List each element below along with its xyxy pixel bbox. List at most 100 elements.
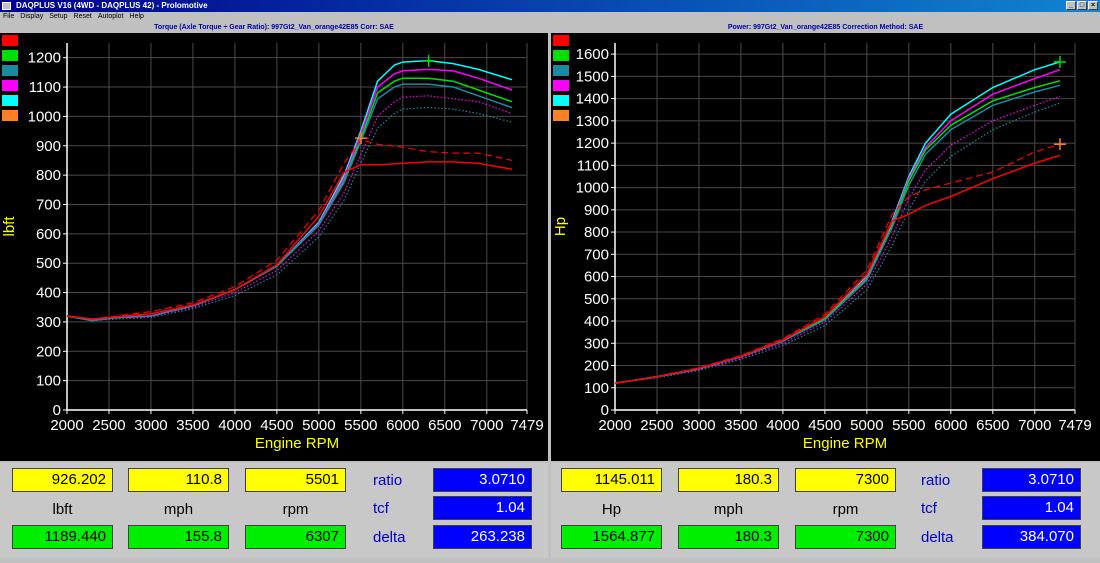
legend-swatch-orange[interactable] [2,110,18,121]
menu-autoplot[interactable]: Autoplot [98,12,124,22]
y-tick-label: 1600 [576,46,609,63]
legend-swatch-orange[interactable] [553,110,569,121]
x-tick-label: 7479 [1058,417,1091,434]
menu-reset[interactable]: Reset [74,12,92,22]
x-tick-label: 5500 [344,417,377,434]
x-tick-label: 3000 [134,417,167,434]
torque-cursor-value: 926.202 [12,468,113,492]
y-tick-label: 1100 [29,79,61,96]
y-tick-label: 300 [584,335,609,352]
y-tick-label: 1500 [576,68,609,85]
mph-cursor-value: 110.8 [128,468,229,492]
y-tick-label: 100 [584,380,609,397]
x-tick-label: 4500 [808,417,841,434]
menu-file[interactable]: File [3,12,14,22]
legend-swatch-green[interactable] [2,50,18,61]
cursor-marker[interactable] [422,54,435,67]
y-tick-label: 1000 [28,108,61,125]
x-tick-label: 3000 [682,417,715,434]
power-peak-value: 1564.877 [561,525,662,549]
x-tick-label: 7000 [470,417,503,434]
tcf-value[interactable]: 1.04 [433,496,532,520]
window-controls: _ □ × [1066,1,1098,10]
legend-swatch-teal[interactable] [2,65,18,76]
x-tick-label: 6500 [428,417,461,434]
x-tick-label: 5000 [302,417,335,434]
mph-peak-value: 180.3 [678,525,779,549]
x-tick-label: 3500 [724,417,757,434]
y-axis-label: lbft [1,216,18,237]
power-cursor-value: 1145.011 [561,468,662,492]
maximize-button[interactable]: □ [1077,1,1087,10]
cursor-marker[interactable] [1053,55,1066,68]
torque-readout-panel: 926.202 110.8 5501 lbft mph rpm 1189.440… [0,463,548,558]
legend-swatch-cyan[interactable] [553,95,569,106]
y-tick-label: 700 [36,196,61,213]
rpm-cursor-value: 7300 [795,468,896,492]
legend-swatch-magenta[interactable] [2,80,18,91]
y-tick-label: 600 [36,226,61,243]
y-tick-label: 200 [584,358,609,375]
unit-mph: mph [713,501,744,518]
torque-chart-panel[interactable]: 0 100 200 300 400 500 600 700 800 900 1000 1100 1200… [0,33,548,461]
x-tick-label: 6000 [386,417,419,434]
power-chart-panel[interactable]: 0 100 200 300 400 500 600 700 800 900 1000 1100 1200… [551,33,1100,461]
y-tick-label: 800 [584,224,609,241]
legend-swatch-red[interactable] [2,35,18,46]
x-tick-label: 4000 [766,417,799,434]
y-tick-label: 500 [584,291,609,308]
delta-value[interactable]: 384.070 [982,525,1081,549]
legend-swatch-cyan[interactable] [2,95,18,106]
y-tick-label: 1300 [576,113,609,130]
power-readout-panel: 1145.011 180.3 7300 Hp mph rpm 1564.877 … [551,463,1100,558]
minimize-button[interactable]: _ [1066,1,1076,10]
mph-peak-value: 155.8 [128,525,229,549]
x-tick-label: 2000 [50,417,83,434]
y-tick-label: 1400 [576,91,609,108]
torque-chart: 0100200300400500600700800900100011001200… [1,43,544,452]
window-title-bar: DAQPLUS V16 (4WD - DAQPLUS 42) - Prolomo… [0,0,1100,12]
legend-swatch-teal[interactable] [553,65,569,76]
x-tick-label: 3500 [176,417,209,434]
legend-swatch-green[interactable] [553,50,569,61]
unit-lbft: lbft [52,501,73,518]
x-tick-label: 7479 [510,417,543,434]
y-tick-label: 900 [584,202,609,219]
ratio-value[interactable]: 3.0710 [433,468,532,492]
mph-cursor-value: 180.3 [678,468,779,492]
x-tick-label: 6000 [934,417,967,434]
y-tick-label: 400 [584,313,609,330]
rpm-peak-value: 7300 [795,525,896,549]
y-tick-label: 300 [36,314,61,331]
menu-help[interactable]: Help [130,12,144,22]
x-tick-label: 4500 [260,417,293,434]
tcf-value[interactable]: 1.04 [982,496,1081,520]
tcf-label: tcf [373,500,389,517]
x-tick-label: 4000 [218,417,251,434]
y-tick-label: 100 [36,373,61,390]
delta-label: delta [921,529,954,546]
close-button[interactable]: × [1088,1,1098,10]
rpm-peak-value: 6307 [245,525,346,549]
menu-setup[interactable]: Setup [49,12,67,22]
legend-swatch-magenta[interactable] [553,80,569,91]
legend-swatch-red[interactable] [553,35,569,46]
x-tick-label: 2000 [598,417,631,434]
x-tick-label: 2500 [92,417,125,434]
x-tick-label: 7000 [1018,417,1051,434]
unit-hp: Hp [601,501,622,518]
menu-display[interactable]: Display [20,12,43,22]
x-axis-label: Engine RPM [803,435,887,452]
app-icon [2,2,11,10]
window-title: DAQPLUS V16 (4WD - DAQPLUS 42) - Prolomo… [16,1,208,10]
unit-mph: mph [163,501,194,518]
cursor-marker[interactable] [1053,138,1066,151]
x-tick-label: 5000 [850,417,883,434]
axis-line [66,43,527,411]
y-tick-label: 700 [584,246,609,263]
delta-label: delta [373,529,406,546]
delta-value[interactable]: 263.238 [433,525,532,549]
ratio-label: ratio [921,472,951,489]
torque-peak-value: 1189.440 [12,525,113,549]
ratio-value[interactable]: 3.0710 [982,468,1081,492]
